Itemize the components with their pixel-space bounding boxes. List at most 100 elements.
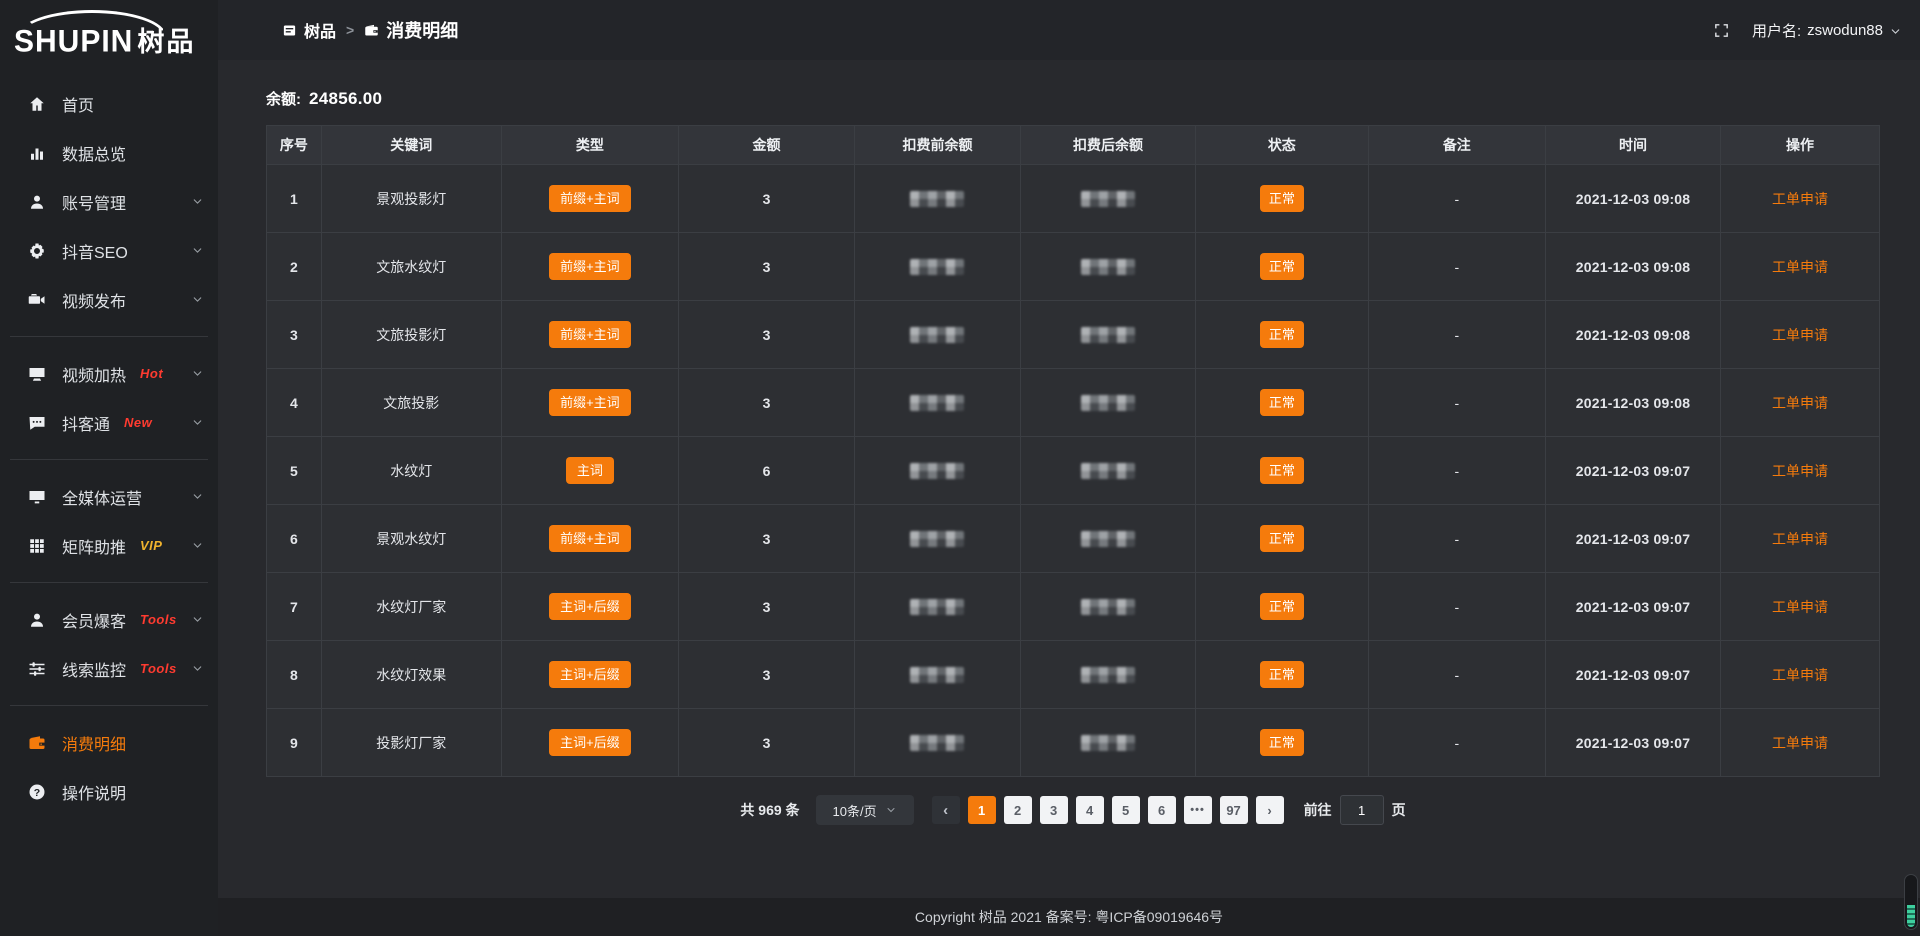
sidebar-item-label: 数据总览 <box>62 141 126 165</box>
chevron-down-icon <box>191 490 204 503</box>
sidebar-item-media-ops[interactable]: 全媒体运营 <box>0 472 218 521</box>
column-header: 扣费前余额 <box>854 126 1020 165</box>
cell-remark: - <box>1368 573 1545 641</box>
cell-time: 2021-12-03 09:08 <box>1546 233 1721 301</box>
next-page-button[interactable]: › <box>1256 796 1284 824</box>
page-button-97[interactable]: 97 <box>1220 796 1248 824</box>
work-order-link[interactable]: 工单申请 <box>1772 667 1828 683</box>
sidebar-item-consume-detail[interactable]: 消费明细 <box>0 718 218 767</box>
corner-scroll-widget[interactable] <box>1904 874 1918 930</box>
cell-balance-before <box>854 233 1020 301</box>
sidebar-item-data-overview[interactable]: 数据总览 <box>0 128 218 177</box>
sidebar-divider <box>10 459 208 460</box>
cell-keyword: 水纹灯厂家 <box>321 573 501 641</box>
sidebar-item-account-manage[interactable]: 账号管理 <box>0 177 218 226</box>
sidebar-divider <box>10 582 208 583</box>
cell-balance-after <box>1021 233 1196 301</box>
cell-remark: - <box>1368 369 1545 437</box>
cell-balance-after <box>1021 573 1196 641</box>
status-badge: 正常 <box>1260 253 1304 280</box>
work-order-link[interactable]: 工单申请 <box>1772 531 1828 547</box>
cell-action: 工单申请 <box>1721 233 1880 301</box>
sidebar-item-video-heat[interactable]: 视频加热Hot <box>0 349 218 398</box>
redacted-value <box>910 735 964 751</box>
cell-remark: - <box>1368 709 1545 777</box>
work-order-link[interactable]: 工单申请 <box>1772 463 1828 479</box>
goto-page-input[interactable] <box>1340 795 1384 825</box>
cell-type: 主词+后缀 <box>501 641 678 709</box>
page-buttons: 123456 ••• 97 <box>968 796 1248 824</box>
page-button-4[interactable]: 4 <box>1076 796 1104 824</box>
cell-amount: 3 <box>679 369 855 437</box>
breadcrumb-item-shupin[interactable]: 树品 <box>282 18 336 42</box>
page-button-2[interactable]: 2 <box>1004 796 1032 824</box>
breadcrumb-item-consume-detail[interactable]: 消费明细 <box>364 17 458 43</box>
chevron-down-icon <box>191 195 204 208</box>
page-button-1[interactable]: 1 <box>968 796 996 824</box>
redacted-value <box>910 599 964 615</box>
redacted-value <box>1081 599 1135 615</box>
camera-icon <box>28 291 46 309</box>
cell-remark: - <box>1368 437 1545 505</box>
cell-action: 工单申请 <box>1721 165 1880 233</box>
screen-icon <box>28 365 46 383</box>
page-button-5[interactable]: 5 <box>1112 796 1140 824</box>
work-order-link[interactable]: 工单申请 <box>1772 395 1828 411</box>
cell-balance-after <box>1021 641 1196 709</box>
type-badge: 主词+后缀 <box>549 661 631 688</box>
sidebar-item-badge: New <box>124 415 152 430</box>
content-area: 余额: 24856.00 序号关键词类型金额扣费前余额扣费后余额状态备注时间操作… <box>218 60 1920 898</box>
sidebar-item-video-publish[interactable]: 视频发布 <box>0 275 218 324</box>
page-size-select[interactable]: 10条/页 <box>816 795 914 825</box>
prev-page-button[interactable]: ‹ <box>932 796 960 824</box>
fullscreen-icon[interactable] <box>1713 22 1730 39</box>
column-header: 金额 <box>679 126 855 165</box>
page-ellipsis-button[interactable]: ••• <box>1184 796 1212 824</box>
work-order-link[interactable]: 工单申请 <box>1772 735 1828 751</box>
page-button-6[interactable]: 6 <box>1148 796 1176 824</box>
status-badge: 正常 <box>1260 593 1304 620</box>
corner-widget-stripes <box>1907 905 1915 927</box>
work-order-link[interactable]: 工单申请 <box>1772 191 1828 207</box>
cell-keyword: 水纹灯效果 <box>321 641 501 709</box>
cell-index: 4 <box>267 369 322 437</box>
chevron-down-icon <box>191 244 204 257</box>
sidebar-menu: 首页数据总览账号管理抖音SEO视频发布视频加热Hot抖客通New 全媒体运营矩阵助… <box>0 65 218 936</box>
work-order-link[interactable]: 工单申请 <box>1772 259 1828 275</box>
cell-keyword: 水纹灯 <box>321 437 501 505</box>
sidebar: SHUPIN 树品 首页数据总览账号管理抖音SEO视频发布视频加热Hot抖客通N… <box>0 0 218 936</box>
cell-balance-after <box>1021 437 1196 505</box>
cell-remark: - <box>1368 641 1545 709</box>
chevron-down-icon <box>191 416 204 429</box>
redacted-value <box>910 395 964 411</box>
user-dropdown[interactable]: 用户名: zswodun88 <box>1752 20 1902 41</box>
work-order-link[interactable]: 工单申请 <box>1772 327 1828 343</box>
chevron-down-icon <box>885 804 897 816</box>
cell-remark: - <box>1368 233 1545 301</box>
sidebar-item-douketong[interactable]: 抖客通New <box>0 398 218 447</box>
table-body: 1景观投影灯前缀+主词3正常-2021-12-03 09:08工单申请2文旅水纹… <box>267 165 1880 777</box>
sidebar-item-badge: Tools <box>140 661 177 676</box>
chevron-down-icon <box>191 293 204 306</box>
sidebar-item-member-burst[interactable]: 会员爆客Tools <box>0 595 218 644</box>
sidebar-item-help[interactable]: ?操作说明 <box>0 767 218 816</box>
sidebar-divider <box>10 336 208 337</box>
sidebar-item-clue-monitor[interactable]: 线索监控Tools <box>0 644 218 693</box>
chevron-down-icon <box>191 662 204 675</box>
cell-type: 前缀+主词 <box>501 165 678 233</box>
cell-balance-before <box>854 709 1020 777</box>
cell-index: 3 <box>267 301 322 369</box>
page-button-3[interactable]: 3 <box>1040 796 1068 824</box>
cell-balance-after <box>1021 301 1196 369</box>
work-order-link[interactable]: 工单申请 <box>1772 599 1828 615</box>
type-badge: 前缀+主词 <box>549 185 631 212</box>
sidebar-item-label: 操作说明 <box>62 780 126 804</box>
breadcrumb: 树品>消费明细 <box>282 17 458 43</box>
sidebar-item-matrix-boost[interactable]: 矩阵助推VIP <box>0 521 218 570</box>
redacted-value <box>1081 395 1135 411</box>
type-badge: 前缀+主词 <box>549 525 631 552</box>
cell-balance-after <box>1021 369 1196 437</box>
sidebar-item-douyin-seo[interactable]: 抖音SEO <box>0 226 218 275</box>
sidebar-item-home[interactable]: 首页 <box>0 79 218 128</box>
cell-keyword: 投影灯厂家 <box>321 709 501 777</box>
